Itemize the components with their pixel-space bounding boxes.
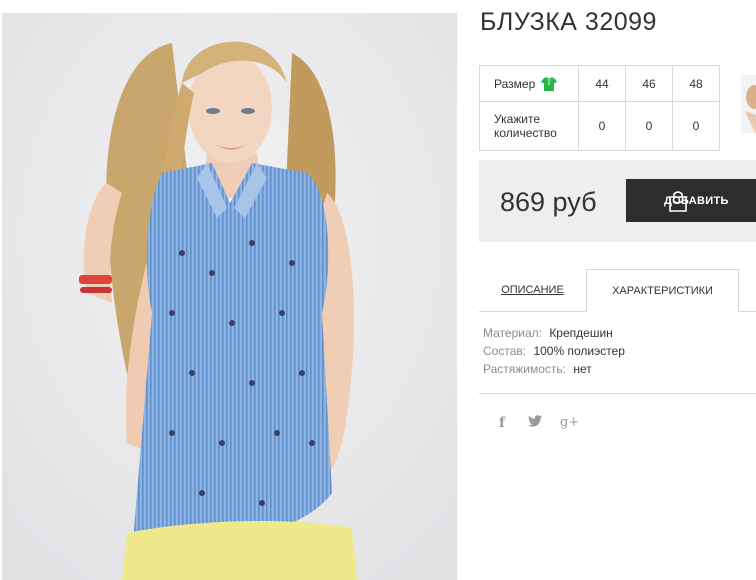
tab-characteristics[interactable]: ХАРАКТЕРИСТИКИ — [586, 269, 739, 312]
size-label: Размер — [494, 76, 536, 91]
spec-stretch: Растяжимость: нет — [483, 360, 625, 378]
quantity-input-48[interactable]: 0 — [672, 101, 720, 151]
shopping-bag-icon — [669, 191, 687, 212]
price: 869 руб — [500, 187, 597, 217]
product-thumbnail[interactable] — [741, 75, 756, 133]
google-plus-icon[interactable]: g+ — [560, 414, 579, 432]
spec-value: 100% полиэстер — [533, 344, 625, 358]
spec-value: Крепдешин — [549, 326, 613, 340]
twitter-icon[interactable] — [527, 414, 543, 432]
price-bar: 869 руб ДОБАВИТЬ — [479, 160, 756, 242]
quantity-label-line1: Укажите — [494, 112, 541, 126]
quantity-input-46[interactable]: 0 — [625, 101, 673, 151]
spec-value: нет — [573, 362, 592, 376]
spec-material: Материал: Крепдешин — [483, 324, 625, 342]
quantity-label-cell: Укажите количество — [479, 101, 579, 151]
facebook-icon[interactable]: f — [494, 414, 510, 432]
size-table: Размер 44 46 48 Укажите количество 0 0 0 — [479, 65, 720, 151]
spec-label: Состав: — [483, 344, 527, 358]
size-option-46[interactable]: 46 — [625, 65, 673, 102]
spec-label: Растяжимость: — [483, 362, 567, 376]
size-label-cell: Размер — [479, 65, 579, 102]
tab-description[interactable]: ОПИСАНИЕ — [479, 269, 586, 311]
social-share: f g+ — [494, 414, 579, 432]
spec-composition: Состав: 100% полиэстер — [483, 342, 625, 360]
product-photo[interactable] — [2, 13, 457, 580]
shirt-icon[interactable] — [541, 76, 558, 92]
specs-list: Материал: Крепдешин Состав: 100% полиэст… — [483, 324, 625, 378]
size-option-44[interactable]: 44 — [578, 65, 626, 102]
add-to-cart-button[interactable]: ДОБАВИТЬ — [626, 179, 756, 222]
quantity-input-44[interactable]: 0 — [578, 101, 626, 151]
product-title: БЛУЗКА 32099 — [480, 8, 657, 36]
spec-label: Материал: — [483, 326, 542, 340]
quantity-label-line2: количество — [494, 126, 557, 140]
divider — [479, 393, 756, 394]
size-option-48[interactable]: 48 — [672, 65, 720, 102]
product-tabs: ОПИСАНИЕ ХАРАКТЕРИСТИКИ — [479, 269, 756, 312]
